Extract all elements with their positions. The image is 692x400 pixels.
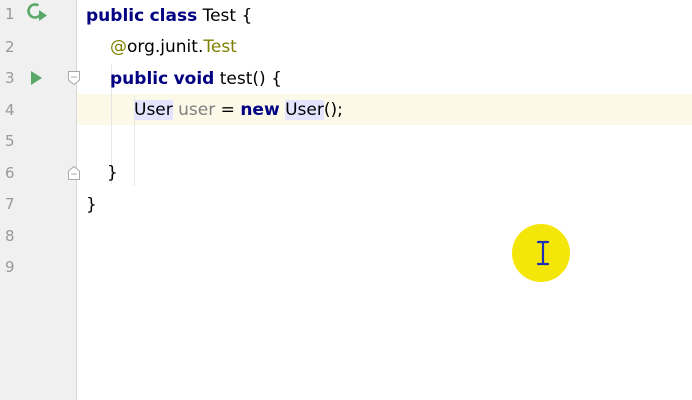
fold-open-icon[interactable] [67,70,81,86]
line-number-3: 3 [5,69,15,87]
line-number-9: 9 [5,258,15,276]
code-line-1[interactable]: public class Test { [86,5,252,27]
line-number-8: 8 [5,227,15,245]
run-method-icon[interactable] [26,68,44,88]
type-usage-highlight: User [285,100,324,120]
code-text: = [215,100,241,120]
editor-gutter[interactable]: 1 2 3 4 5 6 7 8 9 [0,0,77,400]
keyword: new [240,100,280,120]
keyword: class [149,6,198,26]
code-line-2[interactable]: @org.junit.Test [110,36,237,58]
keyword: void [173,69,215,89]
code-line-7[interactable]: } [86,194,97,216]
line-number-6: 6 [5,164,15,182]
run-class-icon[interactable] [26,3,47,23]
code-text: test() { [214,69,282,89]
annotation-name: Test [203,37,237,57]
line-number-5: 5 [5,132,15,150]
keyword: public [110,69,169,89]
annotation-symbol: @ [110,37,127,57]
code-line-4[interactable]: User user = new User(); [134,99,343,121]
code-line-6[interactable]: } [107,162,118,184]
line-number-4: 4 [5,101,15,119]
ibeam-cursor-icon [535,240,551,266]
code-text: Test { [197,6,253,26]
fold-close-icon[interactable] [67,165,81,181]
code-editor[interactable]: 1 2 3 4 5 6 7 8 9 public class Test {@o… [0,0,692,400]
code-line-3[interactable]: public void test() { [110,68,282,90]
unused-variable: user [178,100,216,120]
code-text: (); [323,100,343,120]
line-number-7: 7 [5,195,15,213]
line-number-1: 1 [5,5,15,23]
annotation-package: org.junit. [127,37,204,57]
line-number-2: 2 [5,38,15,56]
keyword: public [86,6,145,26]
type-usage-highlight: User [134,100,173,120]
